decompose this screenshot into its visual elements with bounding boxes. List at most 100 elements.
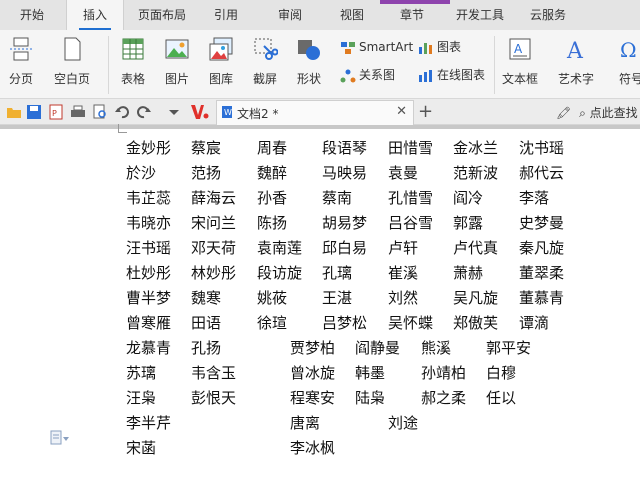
name-cell: 曾寒雁 xyxy=(126,314,172,332)
undo-icon[interactable] xyxy=(114,104,130,120)
page-break-label: 分页 xyxy=(8,72,33,86)
gallery-icon xyxy=(209,37,233,61)
name-cell: 白穆 xyxy=(486,364,517,382)
name-cell: 吕梦松 xyxy=(322,314,368,332)
name-cell: 郑傲芙 xyxy=(453,314,499,332)
chart-button[interactable]: 图表 xyxy=(418,38,461,56)
online-chart-button[interactable]: 在线图表 xyxy=(418,66,485,84)
name-cell: 薛海云 xyxy=(191,189,237,207)
name-cell: 彭恨天 xyxy=(191,389,237,407)
name-cell: 马映易 xyxy=(322,164,368,182)
name-cell: 董慕青 xyxy=(519,289,565,307)
open-folder-icon[interactable] xyxy=(6,104,22,120)
close-icon[interactable]: ✕ xyxy=(396,104,407,119)
relation-label: 关系图 xyxy=(359,68,396,82)
name-cell: 韦含玉 xyxy=(191,364,237,382)
export-pdf-icon[interactable]: P xyxy=(48,104,64,120)
name-cell: 萧赫 xyxy=(453,264,484,282)
name-cell: 魏寒 xyxy=(191,289,222,307)
name-cell: 阎冷 xyxy=(453,189,484,207)
picture-button[interactable]: 图片 xyxy=(164,36,190,87)
document-tab[interactable]: W 文档2 * ✕ xyxy=(216,100,414,125)
tab-developer[interactable]: 开发工具 xyxy=(450,0,510,30)
page-break-button[interactable]: 分页 xyxy=(8,36,34,87)
svg-text:A: A xyxy=(514,42,523,56)
chevron-down-icon[interactable] xyxy=(166,104,182,120)
toolbar-mark-icon[interactable]: 🖍 xyxy=(556,106,571,120)
name-cell: 唐离 xyxy=(290,414,321,432)
picture-icon xyxy=(165,39,189,59)
table-button[interactable]: 表格 xyxy=(120,36,146,87)
tab-insert[interactable]: 插入 xyxy=(66,0,124,30)
name-cell: 陈扬 xyxy=(257,214,288,232)
tab-review[interactable]: 审阅 xyxy=(268,0,312,30)
name-cell: 田语 xyxy=(191,314,222,332)
print-preview-icon[interactable] xyxy=(92,104,108,120)
name-cell: 蔡宸 xyxy=(191,139,222,157)
name-cell: 孙香 xyxy=(257,189,288,207)
tab-chapter[interactable]: 章节 xyxy=(390,0,434,30)
name-cell: 韩墨 xyxy=(355,364,386,382)
tab-references[interactable]: 引用 xyxy=(204,0,248,30)
name-cell: 於沙 xyxy=(126,164,157,182)
name-cell: 姚莜 xyxy=(257,289,288,307)
name-cell: 熊溪 xyxy=(421,339,452,357)
document-icon: W xyxy=(222,106,232,118)
name-cell: 陆枭 xyxy=(355,389,386,407)
find-box[interactable]: 🖍 ⌕ 点此查找 xyxy=(556,104,638,121)
name-cell: 孔扬 xyxy=(191,339,222,357)
name-cell: 孙靖柏 xyxy=(421,364,467,382)
name-cell: 吴怀蝶 xyxy=(388,314,434,332)
online-chart-icon xyxy=(419,69,432,82)
tab-start[interactable]: 开始 xyxy=(6,0,58,30)
art-text-button[interactable]: A 艺术字 xyxy=(558,36,594,87)
gallery-button[interactable]: 图库 xyxy=(208,36,234,87)
svg-text:P: P xyxy=(52,109,57,118)
name-cell: 李半芹 xyxy=(126,414,172,432)
wps-logo-icon[interactable] xyxy=(190,103,210,121)
name-cell: 段语琴 xyxy=(322,139,368,157)
document-tab-title: 文档2 * xyxy=(237,107,279,121)
symbol-button[interactable]: Ω 符号 xyxy=(618,36,640,87)
name-cell: 李落 xyxy=(519,189,550,207)
new-tab-icon[interactable]: + xyxy=(418,101,433,122)
search-icon: ⌕ xyxy=(579,106,586,120)
tab-view[interactable]: 视图 xyxy=(330,0,374,30)
smartart-label: SmartArt xyxy=(359,40,414,54)
symbol-label: 符号 xyxy=(618,72,640,86)
relation-button[interactable]: 关系图 xyxy=(340,66,395,84)
smartart-icon xyxy=(341,41,355,54)
name-cell: 范新波 xyxy=(453,164,499,182)
relation-icon xyxy=(340,69,356,82)
svg-text:A: A xyxy=(566,39,584,62)
name-cell: 汪枭 xyxy=(126,389,157,407)
online-chart-label: 在线图表 xyxy=(437,68,486,82)
name-cell: 郭平安 xyxy=(486,339,532,357)
name-cell: 董翠柔 xyxy=(519,264,565,282)
name-cell: 任以 xyxy=(486,389,517,407)
gallery-label: 图库 xyxy=(208,72,233,86)
name-cell: 吕谷雪 xyxy=(388,214,434,232)
page-break-icon xyxy=(10,37,32,61)
shape-button[interactable]: 形状 xyxy=(296,36,322,87)
textbox-button[interactable]: A 文本框 xyxy=(502,36,538,87)
tab-page-layout[interactable]: 页面布局 xyxy=(132,0,192,30)
print-icon[interactable] xyxy=(70,104,86,120)
page-options-icon[interactable] xyxy=(50,430,70,446)
screenshot-button[interactable]: 截屏 xyxy=(252,36,278,87)
name-cell: 程寒安 xyxy=(290,389,336,407)
name-cell: 汪书瑶 xyxy=(126,239,172,257)
name-cell: 李冰枫 xyxy=(290,439,336,457)
table-icon xyxy=(122,38,144,60)
smartart-button[interactable]: SmartArt xyxy=(340,38,413,56)
art-text-label: 艺术字 xyxy=(558,72,595,86)
scissors-icon xyxy=(254,38,278,60)
name-cell: 徐瑄 xyxy=(257,314,288,332)
name-cell: 沈书瑶 xyxy=(519,139,565,157)
blank-page-button[interactable]: 空白页 xyxy=(54,36,90,87)
redo-icon[interactable] xyxy=(136,104,152,120)
name-cell: 宋菡 xyxy=(126,439,157,457)
name-cell: 郭露 xyxy=(453,214,484,232)
tab-cloud[interactable]: 云服务 xyxy=(522,0,574,30)
save-icon[interactable] xyxy=(26,104,42,120)
